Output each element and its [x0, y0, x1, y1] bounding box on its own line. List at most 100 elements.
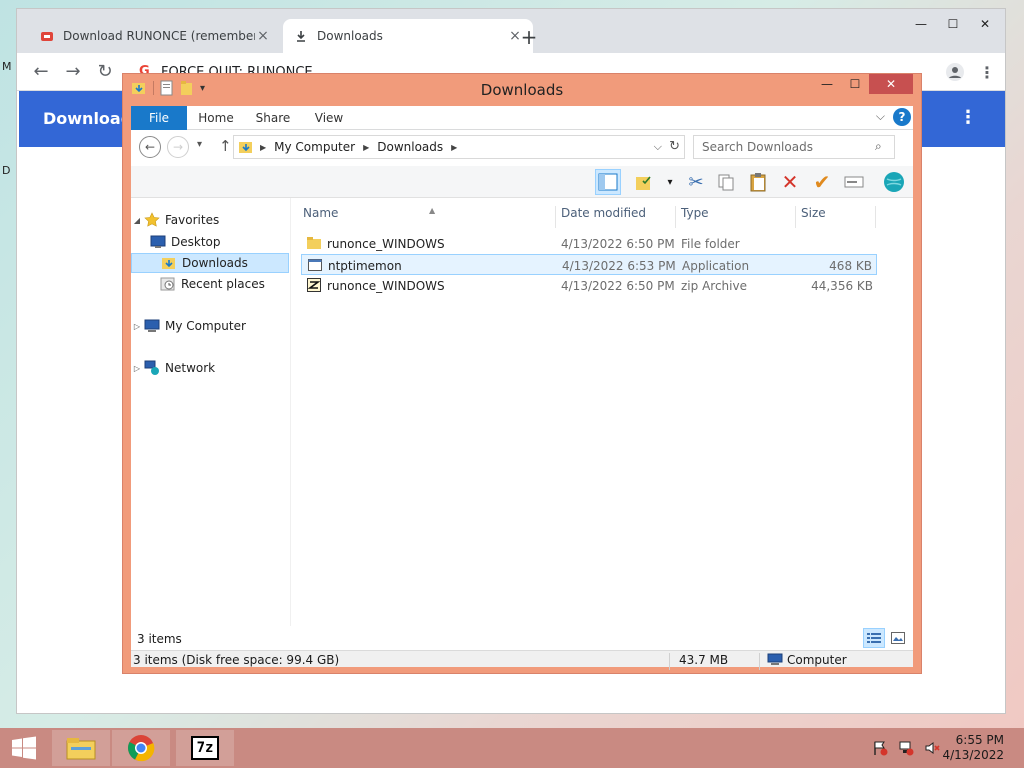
minimize-button[interactable]: — [813, 74, 841, 94]
desktop-edge-label: M [2, 60, 12, 73]
sort-ascending-icon: ▲ [429, 206, 436, 215]
expand-ribbon-icon[interactable]: ⌵ [876, 109, 885, 124]
up-button[interactable]: ↑ [219, 137, 232, 155]
download-icon [293, 28, 309, 44]
star-icon [143, 212, 161, 228]
tab-download-runonce[interactable]: Download RUNONCE (remember × [29, 19, 281, 53]
computer-icon [143, 318, 161, 334]
rename-icon[interactable] [841, 169, 867, 195]
forward-icon[interactable]: → [61, 61, 85, 82]
system-clock[interactable]: 6:55 PM 4/13/2022 [942, 733, 1004, 763]
column-date-modified[interactable]: Date modified [561, 206, 646, 220]
folder-down-icon [239, 142, 252, 153]
address-dropdown-icon[interactable]: ⌵ [654, 140, 662, 154]
collapsed-arrow-icon[interactable]: ▷ [131, 322, 143, 331]
clock-date: 4/13/2022 [942, 748, 1004, 762]
file-name: ntptimemon [328, 259, 402, 273]
status-location: Computer [787, 653, 847, 667]
file-row-ntptimemon[interactable]: ntptimemon 4/13/2022 6:53 PM Application… [301, 254, 877, 275]
dropdown-arrow-icon[interactable]: ▾ [657, 169, 683, 195]
close-icon[interactable]: × [255, 28, 271, 44]
new-tab-button[interactable]: + [517, 25, 541, 49]
chrome-menu-icon[interactable]: ⋮ [979, 63, 995, 82]
tab-strip: Download RUNONCE (remember × Downloads ×… [17, 9, 1005, 53]
recent-locations-icon[interactable]: ▾ [197, 139, 202, 150]
copy-icon[interactable] [713, 169, 739, 195]
column-size[interactable]: Size [801, 206, 826, 220]
maximize-button[interactable]: ☐ [841, 74, 869, 94]
collapsed-arrow-icon[interactable]: ▷ [131, 364, 143, 373]
tree-item-downloads[interactable]: Downloads [131, 253, 289, 273]
taskbar-7zip[interactable]: 7z [176, 730, 234, 766]
tab-home[interactable]: Home [193, 106, 239, 130]
checked-folder-icon[interactable] [631, 169, 657, 195]
file-explorer-icon [66, 738, 96, 760]
file-row-runonce-folder[interactable]: runonce_WINDOWS 4/13/2022 6:50 PM File f… [301, 233, 877, 254]
preview-pane-icon[interactable] [595, 169, 621, 195]
back-icon[interactable]: ← [29, 61, 53, 82]
expanded-arrow-icon[interactable]: ◢ [131, 216, 143, 225]
zip-archive-icon [307, 278, 321, 292]
taskbar-chrome[interactable] [112, 730, 170, 766]
folder-down-icon [160, 255, 178, 271]
explorer-window-controls: — ☐ ✕ [813, 74, 913, 94]
forward-button[interactable]: → [167, 136, 189, 158]
tab-title: Downloads [317, 29, 383, 43]
tree-item-my-computer[interactable]: ▷ My Computer [131, 316, 289, 336]
maximize-button[interactable]: ☐ [937, 13, 969, 35]
tab-downloads[interactable]: Downloads × [283, 19, 533, 53]
search-input[interactable]: Search Downloads [693, 135, 895, 159]
action-center-flag-icon[interactable] [872, 740, 888, 756]
tree-item-desktop[interactable]: Desktop [149, 232, 289, 252]
close-button[interactable]: ✕ [969, 13, 1001, 35]
breadcrumb-chevron-icon[interactable]: ▶ [363, 143, 369, 152]
minimize-button[interactable]: — [905, 13, 937, 35]
network-icon [143, 360, 161, 376]
tree-item-recent-places[interactable]: Recent places [159, 274, 289, 294]
taskbar-file-explorer[interactable] [52, 730, 110, 766]
column-type[interactable]: Type [681, 206, 709, 220]
explorer-window: ▾ Downloads — ☐ ✕ File Home Share View ⌵… [122, 73, 922, 674]
large-icons-view-icon[interactable] [887, 628, 909, 648]
explorer-body: File Home Share View ⌵ ? ← → ▾ ↑ ▶ My Co… [131, 106, 913, 670]
status-bar: 3 items (Disk free space: 99.4 GB) 43.7 … [131, 650, 913, 670]
page-menu-icon[interactable]: ⋮ [959, 107, 977, 128]
file-size: 468 KB [829, 259, 872, 273]
file-date: 4/13/2022 6:50 PM [561, 237, 675, 251]
download-site-icon [39, 28, 55, 44]
refresh-icon[interactable]: ↻ [669, 139, 680, 154]
breadcrumb-chevron-icon[interactable]: ▶ [260, 143, 266, 152]
file-row-runonce-zip[interactable]: runonce_WINDOWS 4/13/2022 6:50 PM zip Ar… [301, 275, 877, 296]
column-name[interactable]: Name [303, 206, 338, 220]
reload-icon[interactable]: ↻ [93, 61, 117, 82]
breadcrumb-my-computer[interactable]: My Computer [274, 140, 355, 154]
ribbon-tabs: File Home Share View ⌵ ? [131, 106, 913, 130]
delete-icon[interactable]: ✕ [777, 169, 803, 195]
close-button[interactable]: ✕ [869, 74, 913, 94]
paste-icon[interactable] [745, 169, 771, 195]
recent-places-icon [159, 276, 177, 292]
details-view-icon[interactable] [863, 628, 885, 648]
tree-item-network[interactable]: ▷ Network [131, 358, 289, 378]
cut-icon[interactable]: ✂ [683, 169, 709, 195]
column-headers: ▲ Name Date modified Type Size [301, 198, 913, 228]
breadcrumb-downloads[interactable]: Downloads [377, 140, 443, 154]
help-button[interactable]: ? [893, 108, 911, 126]
address-bar[interactable]: ▶ My Computer ▶ Downloads ▶ ⌵ ↻ [233, 135, 685, 159]
globe-icon[interactable] [881, 169, 907, 195]
breadcrumb-chevron-icon[interactable]: ▶ [451, 143, 457, 152]
tab-share[interactable]: Share [251, 106, 295, 130]
start-button-windows-icon[interactable] [10, 736, 38, 760]
title-bar[interactable]: ▾ Downloads — ☐ ✕ [123, 74, 921, 104]
tab-file[interactable]: File [131, 106, 187, 130]
profile-avatar-icon[interactable] [945, 62, 965, 82]
tab-view[interactable]: View [307, 106, 351, 130]
checkmark-icon[interactable]: ✔ [809, 169, 835, 195]
file-size: 44,356 KB [811, 279, 873, 293]
application-icon [308, 259, 322, 271]
tree-item-favorites[interactable]: ◢ Favorites [131, 210, 289, 230]
network-status-icon[interactable] [898, 740, 914, 756]
taskbar: 7z 6:55 PM 4/13/2022 [0, 728, 1024, 768]
volume-muted-icon[interactable] [924, 740, 940, 756]
back-button[interactable]: ← [139, 136, 161, 158]
